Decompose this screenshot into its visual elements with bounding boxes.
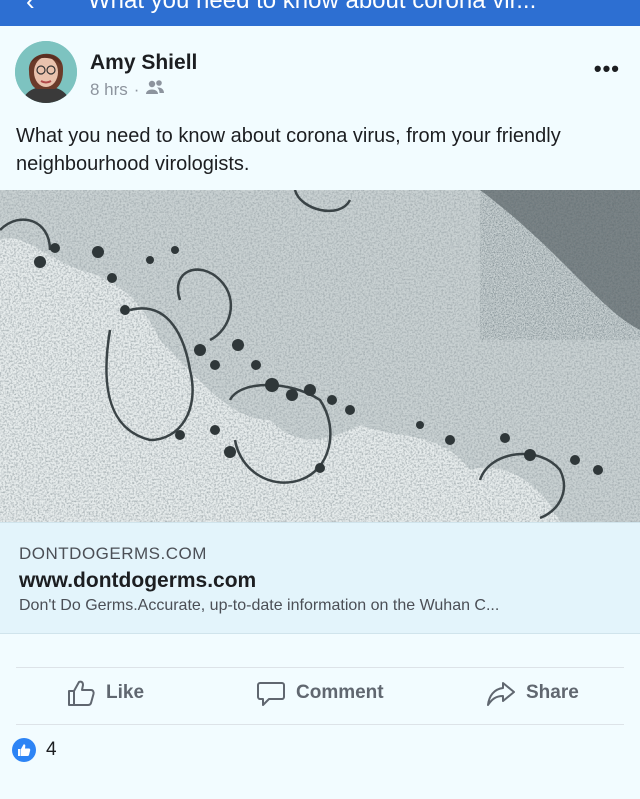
back-arrow-icon[interactable]: ‹	[26, 0, 35, 17]
reactions-summary[interactable]: 4	[12, 738, 57, 762]
comment-button[interactable]: Comment	[256, 678, 384, 708]
post-header: Amy Shiell 8 hrs · •••	[0, 26, 640, 122]
share-icon	[486, 678, 516, 708]
action-bar: Like Comment Share	[0, 668, 640, 724]
friends-icon	[145, 79, 165, 100]
like-label: Like	[106, 682, 145, 703]
post-time[interactable]: 8 hrs	[90, 80, 128, 100]
link-description: Don't Do Germs.Accurate, up-to-date info…	[19, 597, 500, 614]
meta-separator: ·	[133, 79, 140, 99]
link-title[interactable]: www.dontdogerms.com	[19, 569, 256, 593]
link-preview[interactable]: DONTDOGERMS.COM www.dontdogerms.com Don'…	[0, 522, 640, 634]
thumbs-up-icon	[66, 678, 96, 708]
post-meta: 8 hrs ·	[90, 79, 165, 100]
top-bar: ‹ What you need to know about corona vir…	[0, 0, 640, 26]
link-domain: DONTDOGERMS.COM	[19, 544, 207, 563]
comment-label: Comment	[296, 682, 384, 703]
post-text: What you need to know about corona virus…	[16, 125, 561, 175]
link-preview-image[interactable]	[0, 190, 640, 522]
divider	[16, 724, 624, 725]
comment-icon	[256, 678, 286, 708]
avatar[interactable]	[15, 41, 77, 103]
like-icon	[12, 738, 36, 762]
like-button[interactable]: Like	[66, 678, 144, 708]
author-name[interactable]: Amy Shiell	[90, 51, 197, 75]
more-options-icon[interactable]: •••	[594, 56, 620, 82]
top-bar-title: What you need to know about corona vir..…	[88, 0, 537, 14]
reaction-count: 4	[46, 739, 57, 760]
share-button[interactable]: Share	[486, 678, 579, 708]
share-label: Share	[526, 682, 579, 703]
